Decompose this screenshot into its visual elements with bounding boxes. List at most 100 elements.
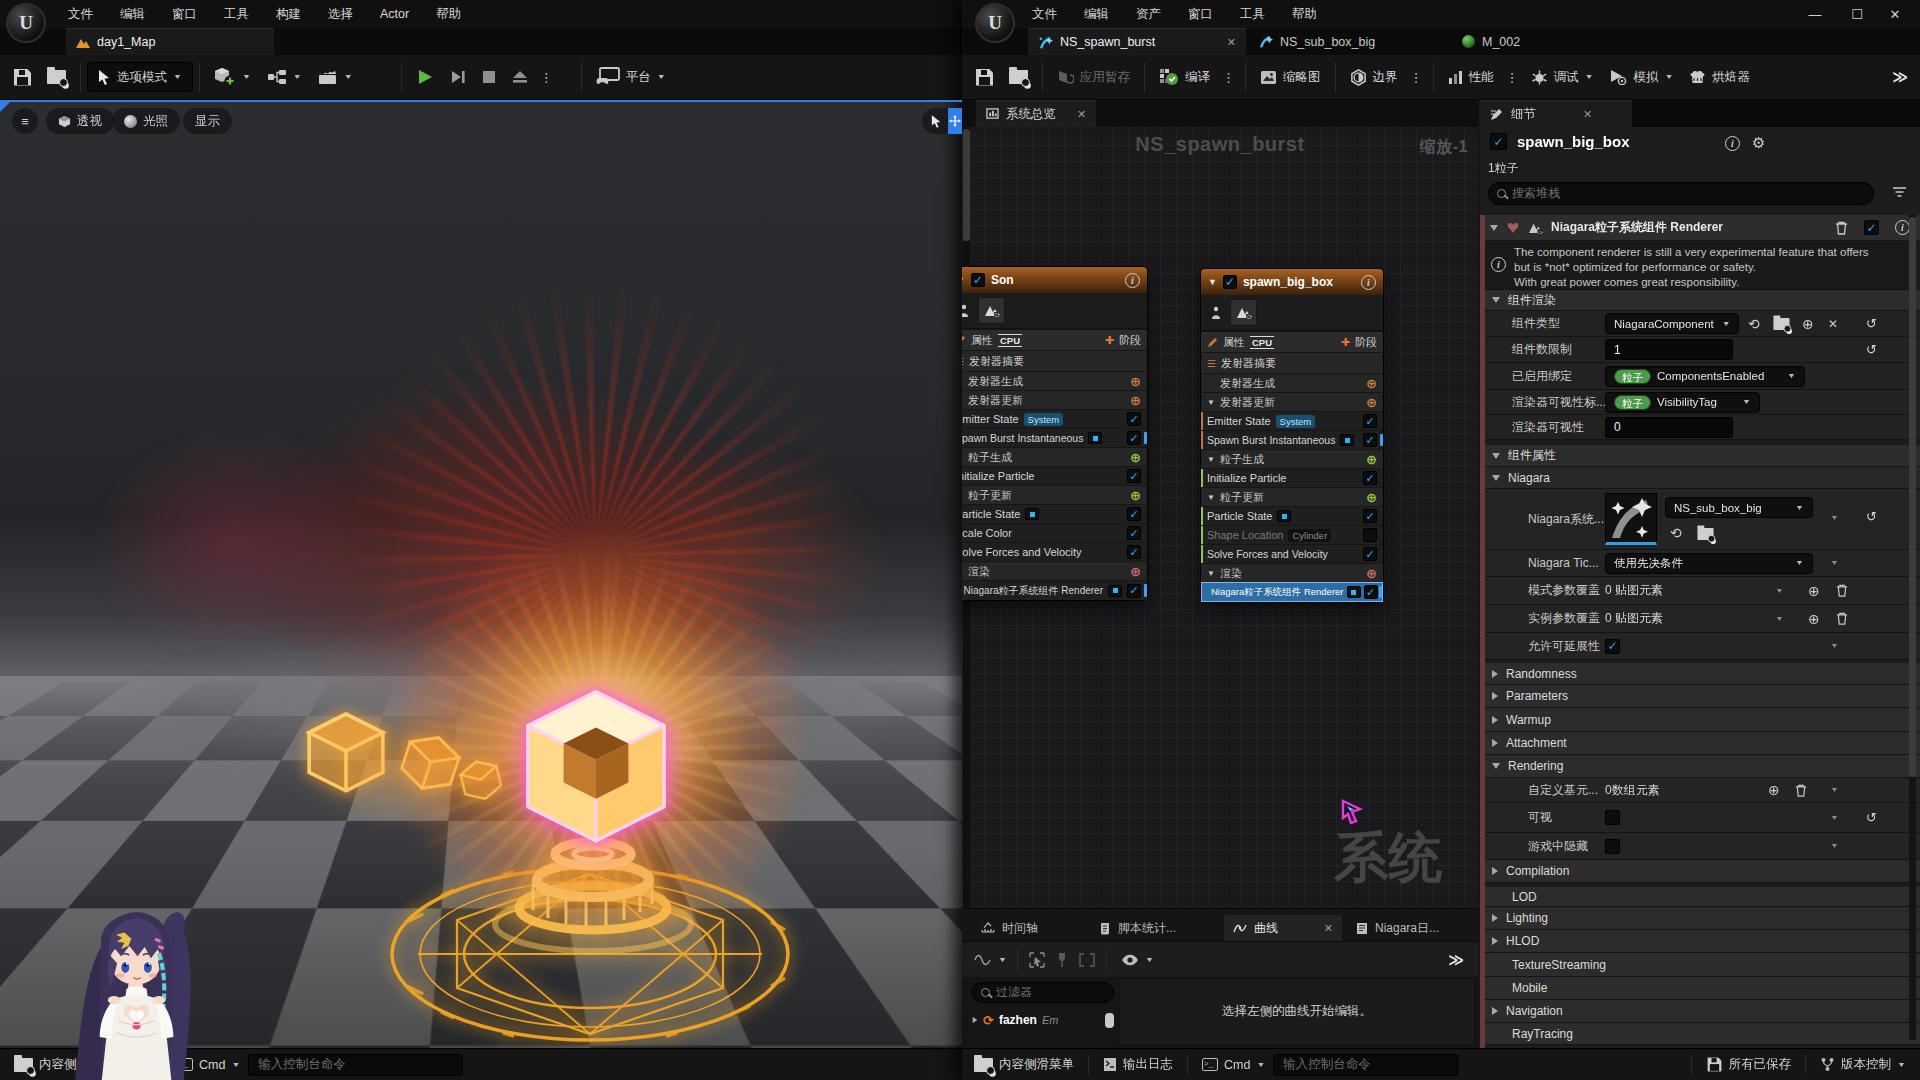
tab-close-icon[interactable]: ✕	[1077, 108, 1086, 121]
category-parameters[interactable]: Parameters	[1480, 685, 1920, 708]
apply-scratch-button[interactable]: 应用暂存	[1049, 60, 1138, 94]
renderer-enabled-checkbox[interactable]: ✓	[1864, 220, 1879, 235]
category-lod[interactable]: LOD	[1480, 887, 1920, 907]
node-props-row[interactable]: 属性 CPU ✚ 阶段	[962, 329, 1147, 350]
module-shape-location[interactable]: Shape LocationCylinder✓	[1201, 525, 1383, 544]
collapse-icon[interactable]	[1490, 225, 1498, 231]
expand-caret-icon[interactable]: ▼	[1830, 814, 1839, 822]
output-log-button[interactable]: 输出日志	[1095, 1048, 1181, 1080]
bounds-options-button[interactable]: ⋮	[1406, 70, 1427, 85]
module-solve-forces[interactable]: Solve Forces and Velocity✓	[1201, 544, 1383, 563]
expand-icon[interactable]	[973, 1017, 978, 1023]
add-stage-icon[interactable]: ✚	[1341, 336, 1350, 349]
reset-icon[interactable]: ↺	[1866, 342, 1877, 357]
stage-emitter-update[interactable]: ▼发射器更新⊕	[1201, 392, 1383, 411]
tab-ns-sub-box-big[interactable]: NS_sub_box_big	[1248, 28, 1428, 55]
module-emitter-state[interactable]: Emitter StateSystem✓	[1201, 411, 1383, 430]
details-search-input[interactable]: 搜索堆栈	[1488, 182, 1874, 205]
tab-script-stats[interactable]: 脚本统计...	[1090, 915, 1185, 941]
info-icon[interactable]: i	[1895, 220, 1910, 235]
menu-select[interactable]: 选择	[328, 6, 353, 23]
category-texture-streaming[interactable]: TextureStreaming	[1480, 953, 1920, 977]
all-saved-button[interactable]: 所有已保存	[1698, 1048, 1800, 1080]
module-solve-forces[interactable]: Solve Forces and Velocity✓	[962, 542, 1147, 561]
plus-circle-icon[interactable]: ⊕	[1808, 583, 1820, 599]
thumbnail-button[interactable]: 缩略图	[1252, 60, 1329, 94]
node-summary-row[interactable]: ☰ 发射器摘要	[962, 350, 1147, 371]
emitter-icon[interactable]: CH	[978, 297, 1005, 324]
bake-button[interactable]: 烘焙器	[1681, 60, 1758, 94]
node-header[interactable]: ▼ ✓ Son i	[962, 267, 1147, 293]
reset-icon[interactable]: ↺	[1866, 810, 1877, 825]
module-spawn-burst[interactable]: Spawn Burst Instantaneous✓	[1201, 430, 1383, 449]
menu-help[interactable]: 帮助	[1292, 6, 1317, 23]
category-warmup[interactable]: Warmup	[1480, 708, 1920, 732]
toolbar-overflow-button[interactable]: ≫	[1892, 68, 1908, 86]
niagara-tick-dropdown[interactable]: 使用先决条件▼	[1605, 553, 1813, 574]
stage-render[interactable]: ▼渲染⊕	[962, 561, 1147, 580]
info-icon[interactable]: i	[1725, 136, 1740, 151]
simulate-dropdown[interactable]: 模拟▼	[1601, 60, 1681, 94]
module-spawn-burst[interactable]: Spawn Burst Instantaneous✓	[962, 428, 1147, 447]
tab-close-icon[interactable]: ✕	[1227, 36, 1236, 49]
niagara-system-dropdown[interactable]: NS_sub_box_big▼	[1665, 497, 1813, 518]
system-enabled-checkbox[interactable]: ✓	[1490, 133, 1507, 150]
visibility-dropdown[interactable]: ▼	[1113, 943, 1162, 977]
browse-icon[interactable]	[1773, 318, 1789, 330]
module-emitter-state[interactable]: Emitter StateSystem✓	[962, 409, 1147, 428]
module-renderer[interactable]: Niagara粒子系统组件 Renderer✓	[962, 580, 1147, 600]
node-props-row[interactable]: 属性 CPU ✚ 阶段	[1201, 331, 1383, 352]
browse-asset-button[interactable]	[1001, 60, 1036, 94]
frame-skip-button[interactable]	[442, 60, 474, 94]
details-vscrollbar[interactable]	[1909, 215, 1916, 1040]
performance-options-button[interactable]: ⋮	[1502, 70, 1523, 85]
renderer-section-header[interactable]: CH Niagara粒子系统组件 Renderer ✓ i	[1480, 215, 1920, 241]
menu-window[interactable]: 窗口	[172, 6, 197, 23]
visible-checkbox[interactable]: ✓	[1605, 810, 1620, 825]
curve-list-item[interactable]: ⟳ fazhen Em	[968, 1009, 1118, 1031]
category-niagara[interactable]: Niagara	[1480, 467, 1920, 489]
tab-system-overview[interactable]: 系统总览 ✕	[976, 100, 1096, 127]
stage-emitter-update[interactable]: ▼发射器更新⊕	[962, 390, 1147, 409]
frame-keys-button[interactable]	[1074, 943, 1100, 977]
category-component-render[interactable]: 组件渲染	[1480, 290, 1920, 311]
graph-canvas[interactable]: NS_spawn_burst 缩放-1 系统 ▼ ✓ Son i CH 属性	[962, 127, 1478, 908]
menu-tools[interactable]: 工具	[1240, 6, 1265, 23]
eject-button[interactable]	[504, 60, 536, 94]
category-raytracing[interactable]: RayTracing	[1480, 1023, 1920, 1045]
category-compilation[interactable]: Compilation	[1480, 860, 1920, 883]
expand-caret-icon[interactable]: ▼	[1830, 786, 1839, 794]
lit-button[interactable]: 光照	[112, 108, 180, 134]
expand-caret-icon[interactable]: ▼	[1830, 559, 1839, 567]
category-attachment[interactable]: Attachment	[1480, 732, 1920, 755]
platforms-dropdown[interactable]: 平台▼	[588, 60, 674, 94]
compile-button[interactable]: 编译	[1151, 60, 1218, 94]
tab-niagara-log[interactable]: Niagara日...	[1347, 915, 1448, 941]
person-icon[interactable]	[962, 304, 974, 318]
module-initialize-particle[interactable]: Initialize Particle✓	[1201, 468, 1383, 487]
stage-emitter-spawn[interactable]: 发射器生成⊕	[1201, 373, 1383, 392]
menu-asset[interactable]: 资产	[1136, 6, 1161, 23]
plus-circle-icon[interactable]: ⊕	[1808, 611, 1820, 627]
bounds-button[interactable]: 边界	[1342, 60, 1406, 94]
emitter-enabled-checkbox[interactable]: ✓	[971, 273, 985, 287]
tab-day1-map[interactable]: day1_Map	[66, 28, 274, 55]
menu-edit[interactable]: 编辑	[1084, 6, 1109, 23]
emitter-node-spawn-big-box[interactable]: ▼ ✓ spawn_big_box i CH 属性 CPU ✚ 阶段	[1200, 268, 1384, 603]
menu-build[interactable]: 构建	[276, 6, 301, 23]
info-icon[interactable]: i	[1361, 275, 1376, 290]
renderer-visibility-input[interactable]: 0	[1605, 417, 1733, 438]
menu-edit[interactable]: 编辑	[120, 6, 145, 23]
module-renderer-selected[interactable]: Niagara粒子系统组件 Renderer✓	[1201, 582, 1383, 602]
menu-window[interactable]: 窗口	[1188, 6, 1213, 23]
play-options-button[interactable]: ⋮	[536, 70, 557, 85]
tab-timeline[interactable]: 时间轴	[972, 915, 1047, 941]
pin-keys-button[interactable]	[1050, 943, 1074, 977]
tab-details[interactable]: 细节 ✕	[1480, 100, 1632, 127]
plus-circle-icon[interactable]: ⊕	[1768, 782, 1780, 798]
trash-icon[interactable]	[1836, 612, 1848, 625]
cinematics-button[interactable]: ▼	[310, 60, 361, 94]
expand-caret-icon[interactable]: ▼	[1830, 642, 1839, 650]
stage-render[interactable]: ▼渲染⊕	[1201, 563, 1383, 582]
gear-icon[interactable]: ⚙	[1752, 134, 1765, 152]
